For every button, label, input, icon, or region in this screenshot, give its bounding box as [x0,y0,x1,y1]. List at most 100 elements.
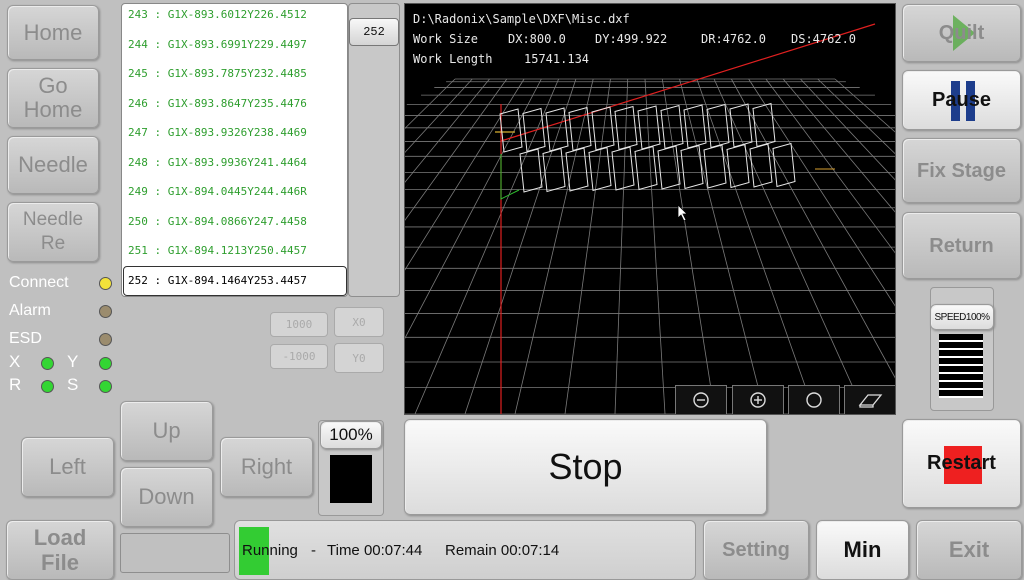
setting-button[interactable]: Setting [703,520,809,580]
gcode-line[interactable]: 248 : G1X-893.9936Y241.4464 [128,156,307,169]
work-size-ds: DS:4762.0 [791,32,857,46]
grid-line [405,78,473,153]
zoom-percent-button[interactable]: 100% [320,421,382,449]
return-button[interactable]: Return [902,212,1021,279]
selected-gcode-line[interactable]: 252 : G1X-894.1464Y253.4457 [128,274,307,287]
line-number: 245 [128,67,148,80]
y0-button[interactable]: Y0 [334,343,384,373]
connect-label: Connect [9,274,69,291]
zoom-in-icon[interactable] [732,385,784,414]
home-button[interactable]: Home [7,5,99,60]
pattern-path [568,106,592,152]
gcode-line[interactable]: 246 : G1X-893.8647Y235.4476 [128,97,307,110]
toolpath-view[interactable]: D:\Radonix\Sample\DXF\Misc.dxf Work Size… [404,3,896,415]
restart-button[interactable]: Restart [902,419,1021,508]
pattern-path [565,147,589,192]
s-led [99,380,112,393]
elapsed-time: Time 00:07:44 [327,542,423,559]
min-label: Min [843,537,882,562]
r-led [41,380,54,393]
line-code: G1X-894.1464Y253.4457 [167,273,307,287]
gcode-list[interactable]: 243 : G1X-893.6012Y226.4512 244 : G1X-893… [121,3,348,297]
jog-up-button[interactable]: Up [120,401,213,461]
line-separator: : [147,214,168,228]
grid-line [834,78,895,133]
line-code: G1X-893.9936Y241.4464 [167,155,307,169]
home-label: Home [23,19,83,45]
grid-line [696,78,816,414]
grid-line [748,78,895,307]
pattern-path [519,148,543,193]
scroll-thumb[interactable]: 252 [349,18,399,46]
pattern-path [634,145,658,191]
speed-gauge[interactable] [939,334,983,398]
status-separator: - [311,542,316,559]
line-separator: : [147,67,168,80]
jog-right-button[interactable]: Right [220,437,313,497]
gcode-line[interactable]: 245 : G1X-893.7875Y232.4485 [128,67,307,80]
esd-label: ESD [9,330,42,347]
go-home-label: Go Home [23,73,83,122]
gcode-line[interactable]: 247 : G1X-893.9326Y238.4469 [128,126,307,139]
line-separator: : [147,126,168,139]
circle-icon[interactable] [788,385,840,414]
line-number: 246 [128,96,148,110]
work-length-label: Work Length [413,52,493,66]
line-separator: : [147,155,168,169]
jog-left-label: Left [49,454,86,479]
gcode-scrollbar[interactable] [348,3,400,297]
x0-button[interactable]: X0 [334,307,384,337]
line-number: 250 [128,214,148,228]
gcode-line[interactable]: 249 : G1X-894.0445Y244.446R [128,185,307,198]
speed-gauge-fill [939,334,983,398]
exit-label: Exit [948,537,990,562]
go-home-button[interactable]: Go Home [7,68,99,128]
grid-line [405,78,490,183]
pattern-path [611,146,635,191]
alarm-label: Alarm [9,302,51,319]
jog-right-label: Right [240,454,293,479]
grid-line [644,78,666,414]
r-label: R [9,375,22,394]
eraser-icon[interactable] [844,385,895,414]
gcode-line[interactable]: 243 : G1X-893.6012Y226.4512 [128,8,307,21]
jog-left-button[interactable]: Left [21,437,114,497]
needle-re-button[interactable]: Needle Re [7,202,99,262]
quilt-button[interactable]: Quilt [902,4,1021,62]
fix-stage-label: Fix Stage [917,159,1006,182]
load-file-label: Load File [33,525,87,575]
min-button[interactable]: Min [816,520,909,580]
pattern-path [522,107,546,153]
x-led [41,357,54,370]
zoom-out-icon[interactable] [675,385,727,414]
x-label: X [9,352,21,371]
work-length-value: 15741.134 [524,52,590,66]
s-label: S [67,375,79,394]
gcode-line[interactable]: 250 : G1X-894.0866Y247.4458 [128,215,307,228]
line-separator: : [147,244,168,257]
line-number: 249 [128,185,148,198]
gcode-line[interactable]: 251 : G1X-894.1213Y250.4457 [128,244,307,257]
grid-line [405,78,508,221]
cursor-icon [677,204,688,222]
x-offset-field[interactable]: 1000 [270,312,328,337]
y-offset-field[interactable]: -1000 [270,344,328,369]
line-code: G1X-894.1213Y250.4457 [167,244,307,257]
pattern-path [680,144,704,190]
load-file-button[interactable]: Load File [6,520,114,580]
pause-button[interactable]: Pause [902,70,1021,130]
jog-down-button[interactable]: Down [120,467,213,527]
exit-button[interactable]: Exit [916,520,1022,580]
line-number: 248 [128,155,148,169]
line-separator: : [147,96,168,110]
needle-re-label: Needle Re [22,209,84,254]
needle-button[interactable]: Needle [7,136,99,194]
grid-line [765,78,895,254]
perspective-grid [405,78,895,414]
gcode-line[interactable]: 244 : G1X-893.6991Y229.4497 [128,38,307,51]
stop-button[interactable]: Stop [404,419,767,515]
fix-stage-button[interactable]: Fix Stage [902,138,1021,203]
y-offset-value: -1000 [282,350,316,363]
pattern-path [657,145,681,190]
speed-button[interactable]: SPEED100% [930,304,994,330]
